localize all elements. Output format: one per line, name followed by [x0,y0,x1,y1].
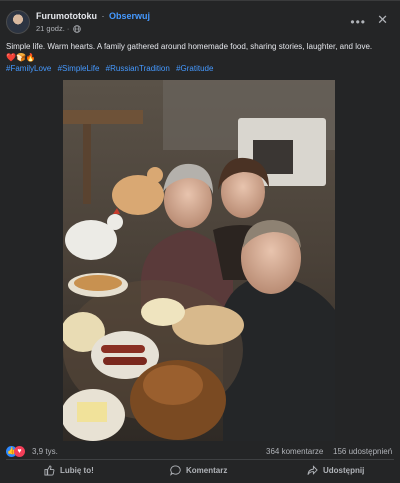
butter-block [77,402,107,422]
chicken-head [147,167,163,183]
time-separator: · [66,24,70,33]
shares-count[interactable]: 156 udostępnień [333,447,392,456]
sausage [101,345,145,353]
share-button[interactable]: Udostępnij [307,461,364,479]
close-icon[interactable]: ✕ [377,12,388,28]
globe-icon [73,25,82,33]
hashtag-list: #FamilyLove #SimpleLife #RussianTraditio… [6,63,217,74]
hashtag-link[interactable]: #RussianTradition [106,64,170,73]
hashtag-link[interactable]: #Gratitude [176,64,213,73]
comment-icon [170,464,181,476]
follow-button[interactable]: Obserwuj [109,11,150,21]
post-time[interactable]: 21 godz. [36,24,65,33]
share-icon [307,464,318,475]
divider [6,459,394,460]
roast-chicken-highlight [143,365,203,405]
thumbs-up-icon [44,464,55,476]
comment-label: Komentarz [186,465,228,475]
comment-button[interactable]: Komentarz [170,461,227,479]
author-name[interactable]: Furumototoku [36,11,97,21]
caption-emojis: ❤️🍞🔥 [6,53,36,62]
white-hen-head [107,214,123,230]
like-button[interactable]: Lubię to! [44,461,94,479]
action-bar: Lubię to! Komentarz Udostępnij [6,461,394,479]
author-avatar[interactable] [6,10,30,34]
like-label: Lubię to! [60,465,94,475]
author-row: Furumototoku · Obserwuj [36,11,150,21]
post-caption: Simple life. Warm hearts. A family gathe… [6,42,373,51]
heart-icon: ♥ [14,446,25,457]
post-header: Furumototoku · Obserwuj 21 godz. · ••• ✕ [6,9,394,37]
post-photo[interactable] [63,80,335,441]
hashtag-link[interactable]: #FamilyLove [6,64,51,73]
share-label: Udostępnij [323,465,365,475]
separator-dot: · [101,11,105,21]
post-card: Furumototoku · Obserwuj 21 godz. · ••• ✕… [0,0,400,483]
wooden-shelf [63,110,143,124]
post-meta: 21 godz. · [36,24,82,33]
reaction-count[interactable]: 3,9 tys. [32,447,58,456]
comments-count[interactable]: 364 komentarze [266,447,323,456]
table-leg [83,124,91,204]
photo-illustration [63,80,335,441]
sausage [103,357,147,365]
more-options-icon[interactable]: ••• [350,15,366,29]
hashtag-link[interactable]: #SimpleLife [58,64,100,73]
pie [74,275,122,291]
butter-plate [141,298,185,326]
